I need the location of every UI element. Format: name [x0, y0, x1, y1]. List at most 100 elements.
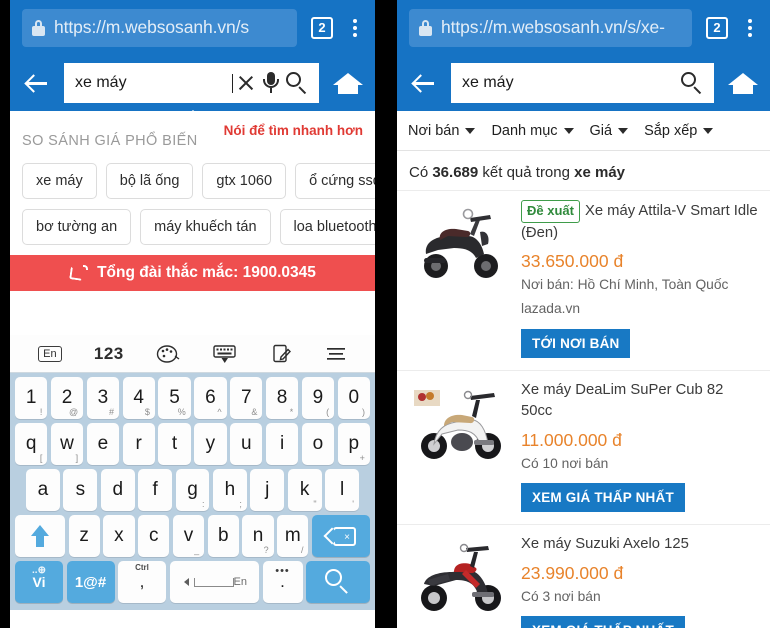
search-icon[interactable] [283, 68, 311, 98]
theme-palette-icon[interactable] [156, 344, 180, 364]
language-en-button[interactable]: En [38, 345, 62, 362]
result-count-line: Có 36.689 kết quả trong xe máy [397, 151, 770, 190]
key-6[interactable]: 6 ^ [194, 377, 227, 419]
key-t[interactable]: t [158, 423, 191, 465]
keyboard-toolbar: En 123 [10, 335, 375, 373]
key-q[interactable]: q[ [15, 423, 48, 465]
home-icon[interactable] [726, 66, 760, 100]
keyboard-row-asdf: a s d f g: h; j k " l ' [12, 469, 373, 511]
key-u[interactable]: u [230, 423, 263, 465]
key-8[interactable]: 8 * [265, 377, 299, 419]
product-seller-location: Nơi bán: Hồ Chí Minh, Toàn Quốc [521, 277, 729, 293]
left-phone-panel: https://m.websosanh.vn/s 2 xe máy SO SÁN… [10, 0, 375, 628]
right-tab-count-button[interactable]: 2 [706, 16, 728, 39]
key-d[interactable]: d [100, 469, 135, 511]
kebab-menu-icon[interactable] [343, 18, 367, 37]
shift-key[interactable] [15, 515, 65, 557]
view-lowest-price-button[interactable]: XEM GIÁ THẤP NHẤT [521, 616, 685, 628]
key-x[interactable]: x [103, 515, 135, 557]
suggestion-chip[interactable]: bộ lã ống [105, 163, 194, 199]
key-z[interactable]: z [68, 515, 100, 557]
recommended-badge: Đề xuất [521, 200, 580, 223]
key-j[interactable]: j [250, 469, 285, 511]
back-arrow-icon[interactable] [407, 66, 441, 100]
key-w[interactable]: w] [50, 423, 84, 465]
key-p[interactable]: p + [337, 423, 370, 465]
go-to-seller-button[interactable]: TỚI NƠI BÁN [521, 328, 631, 358]
filter-label: Sắp xếp [644, 122, 698, 139]
key-1[interactable]: 1! [15, 377, 48, 419]
product-item[interactable]: Xe máy Suzuki Axelo 125 23.990.000 đ Có … [397, 524, 770, 628]
right-url-text: https://m.websosanh.vn/s/xe- [441, 17, 665, 37]
right-phone-panel: https://m.websosanh.vn/s/xe- 2 xe máy Nơ… [397, 0, 770, 628]
numbers-123-button[interactable]: 123 [94, 344, 124, 364]
product-item[interactable]: Đề xuất Xe máy Attila-V Smart Idle (Đen) … [397, 190, 770, 370]
suggestion-chip[interactable]: xe máy [22, 163, 97, 199]
space-key[interactable]: En [169, 561, 259, 603]
suggestion-chip[interactable]: ổ cứng ssd [295, 163, 375, 199]
key-a[interactable]: a [26, 469, 60, 511]
period-key[interactable]: ••• . [262, 561, 303, 603]
chevron-down-icon [618, 127, 629, 134]
microphone-icon[interactable] [259, 68, 283, 98]
back-arrow-icon[interactable] [20, 66, 54, 100]
comma-key[interactable]: Ctrl , [118, 561, 166, 603]
left-address-bar[interactable]: https://m.websosanh.vn/s [22, 8, 297, 47]
key-b[interactable]: b [207, 515, 239, 557]
key-m[interactable]: m / [277, 515, 309, 557]
shift-arrow-icon [30, 525, 50, 547]
suggestion-chip[interactable]: máy khuếch tán [140, 209, 271, 245]
right-address-bar[interactable]: https://m.websosanh.vn/s/xe- [409, 8, 692, 47]
product-title: Xe máy DeaLim SuPer Cub 82 50cc [521, 381, 724, 420]
key-h[interactable]: h; [212, 469, 247, 511]
key-r[interactable]: r [122, 423, 155, 465]
key-l[interactable]: l ' [325, 469, 360, 511]
filter-gia[interactable]: Giá [590, 123, 629, 139]
key-f[interactable]: f [138, 469, 173, 511]
clipboard-edit-icon[interactable] [271, 343, 293, 365]
suggestion-chip[interactable]: loa bluetooth [279, 209, 375, 245]
search-icon[interactable] [678, 68, 706, 98]
backspace-key[interactable]: × [311, 515, 370, 557]
hotline-banner[interactable]: Tổng đài thắc mắc: 1900.0345 [10, 255, 375, 291]
key-n[interactable]: n? [242, 515, 274, 557]
left-tab-count-button[interactable]: 2 [311, 16, 333, 39]
language-vi-key[interactable]: ..⊕ Vi [15, 561, 63, 603]
key-7[interactable]: 7 & [230, 377, 263, 419]
product-info: Xe máy DeaLim SuPer Cub 82 50cc 11.000.0… [521, 380, 758, 513]
product-item[interactable]: Xe máy DeaLim SuPer Cub 82 50cc 11.000.0… [397, 369, 770, 525]
filter-sap-xep[interactable]: Sắp xếp [644, 122, 714, 139]
key-2[interactable]: 2 @ [50, 377, 84, 419]
home-icon[interactable] [331, 66, 365, 100]
key-v[interactable]: v _ [172, 515, 205, 557]
right-search-input[interactable]: xe máy [451, 63, 714, 103]
key-c[interactable]: c [138, 515, 170, 557]
key-k[interactable]: k " [287, 469, 322, 511]
key-3[interactable]: 3 # [86, 377, 120, 419]
key-y[interactable]: y [194, 423, 227, 465]
key-4[interactable]: 4 $ [122, 377, 155, 419]
key-e[interactable]: e [86, 423, 120, 465]
clear-x-icon[interactable] [233, 68, 259, 98]
view-lowest-price-button[interactable]: XEM GIÁ THẤP NHẤT [521, 483, 685, 513]
keyboard-resize-icon[interactable] [212, 344, 238, 364]
dropdown-notch [181, 110, 204, 120]
search-go-key[interactable] [306, 561, 370, 603]
left-search-input[interactable]: xe máy [64, 63, 319, 103]
key-i[interactable]: i [265, 423, 299, 465]
suggestion-chip[interactable]: gtx 1060 [202, 163, 287, 199]
filter-noi-ban[interactable]: Nơi bán [408, 123, 476, 139]
kebab-menu-icon[interactable] [738, 18, 762, 37]
filter-label: Giá [589, 122, 613, 139]
menu-lines-icon[interactable] [325, 345, 347, 363]
key-o[interactable]: o [301, 423, 335, 465]
key-s[interactable]: s [63, 469, 98, 511]
key-9[interactable]: 9( [301, 377, 335, 419]
key-0[interactable]: 0) [337, 377, 370, 419]
key-5[interactable]: 5% [158, 377, 191, 419]
suggestion-chip[interactable]: bơ tường an [22, 209, 132, 245]
symbols-key[interactable]: 1@# [66, 561, 115, 603]
product-info: Xe máy Suzuki Axelo 125 23.990.000 đ Có … [521, 534, 758, 628]
key-g[interactable]: g: [175, 469, 210, 511]
filter-danh-muc[interactable]: Danh mục [491, 123, 574, 139]
